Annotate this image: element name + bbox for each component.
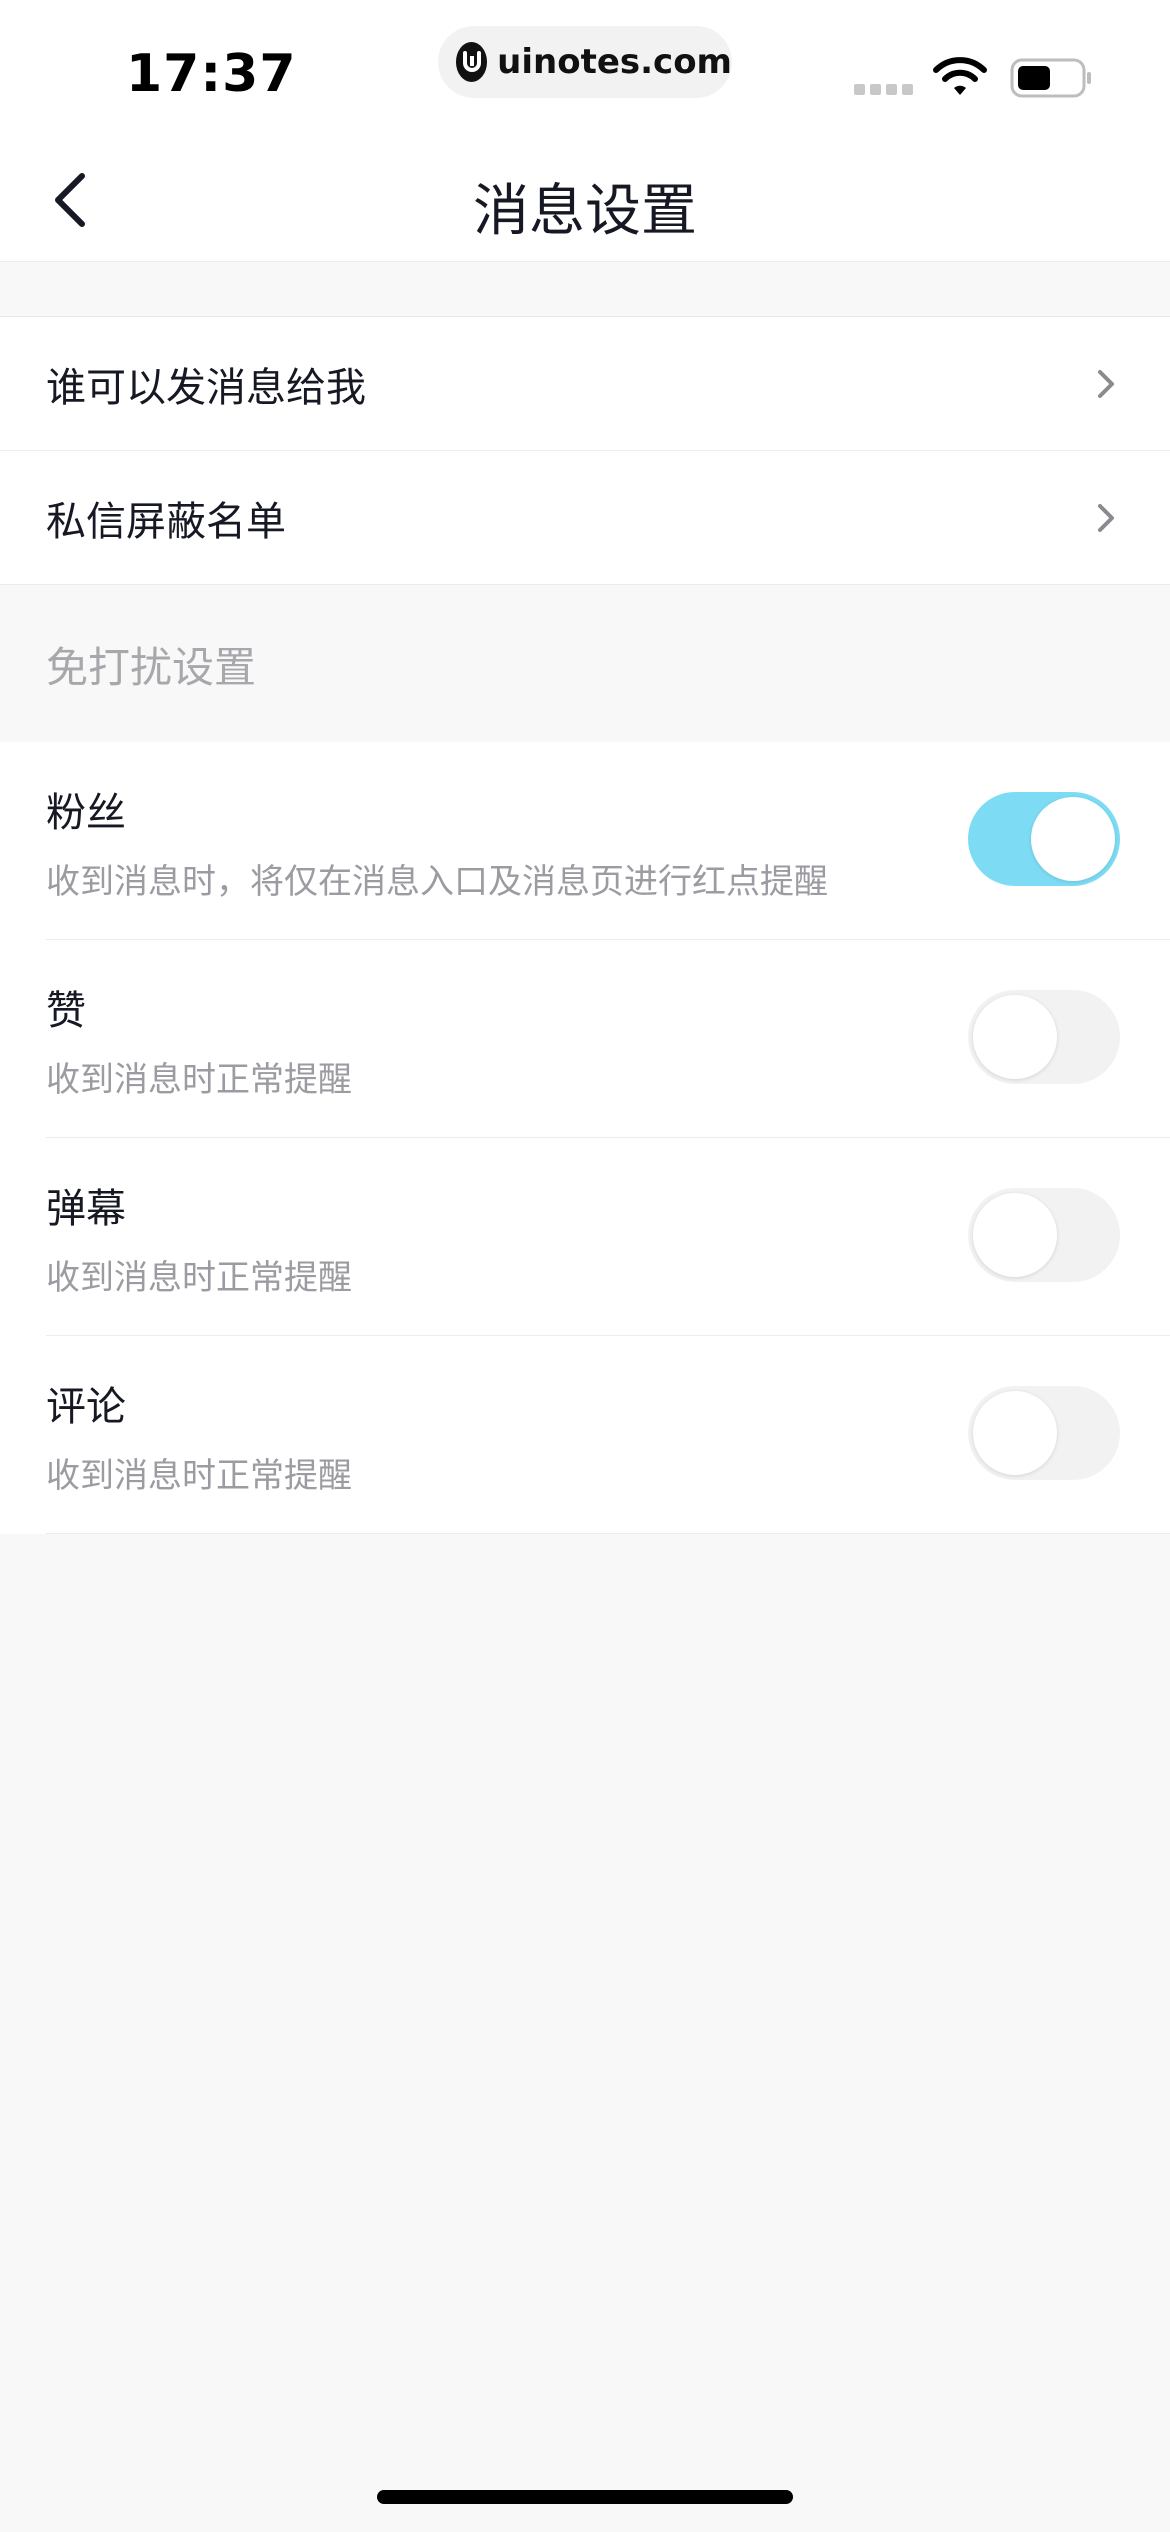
dnd-section-header: 免打扰设置 <box>0 586 1170 742</box>
toggle-knob <box>1031 797 1115 881</box>
row-subtitle: 收到消息时，将仅在消息入口及消息页进行红点提醒 <box>46 862 828 902</box>
who-can-message-me-row[interactable]: 谁可以发消息给我 <box>0 317 1170 451</box>
row-title: 弹幕 <box>46 1186 126 1232</box>
page-title: 消息设置 <box>473 179 697 244</box>
toggle-switch-fans[interactable] <box>968 792 1120 886</box>
section-title: 免打扰设置 <box>46 643 257 692</box>
row-title: 粉丝 <box>46 790 126 836</box>
toggle-switch-comments[interactable] <box>968 1386 1120 1480</box>
row-subtitle: 收到消息时正常提醒 <box>46 1456 352 1496</box>
battery-icon <box>1010 58 1091 98</box>
signal-icon <box>854 84 913 95</box>
dm-block-list-row[interactable]: 私信屏蔽名单 <box>0 451 1170 585</box>
row-subtitle: 收到消息时正常提醒 <box>46 1060 352 1100</box>
toggle-switch-danmaku[interactable] <box>968 1188 1120 1282</box>
dnd-row-fans: 粉丝 收到消息时，将仅在消息入口及消息页进行红点提醒 <box>46 742 1170 940</box>
row-subtitle: 收到消息时正常提醒 <box>46 1258 352 1298</box>
toggle-knob <box>973 1193 1057 1277</box>
toggle-knob <box>973 995 1057 1079</box>
row-title: 赞 <box>46 988 86 1034</box>
chevron-right-icon <box>1098 369 1114 398</box>
status-time: 17:37 <box>126 44 297 104</box>
settings-nav-group: 谁可以发消息给我 私信屏蔽名单 <box>0 316 1170 585</box>
nav-row-label: 私信屏蔽名单 <box>46 498 286 545</box>
row-title: 评论 <box>46 1384 126 1430</box>
dnd-row-danmaku: 弹幕 收到消息时正常提醒 <box>46 1138 1170 1336</box>
home-indicator[interactable] <box>377 2490 793 2504</box>
status-bar: 17:37 uinotes.com <box>0 0 1170 130</box>
dnd-row-comments: 评论 收到消息时正常提醒 <box>46 1336 1170 1534</box>
screen: 17:37 uinotes.com 消息设置 谁可以发消息给我 私信屏蔽名单 免… <box>0 0 1170 2532</box>
site-logo-icon <box>456 42 488 82</box>
url-text: uinotes.com <box>497 42 732 82</box>
wifi-icon <box>933 57 987 95</box>
nav-row-label: 谁可以发消息给我 <box>46 364 366 411</box>
url-pill[interactable]: uinotes.com <box>438 26 732 98</box>
chevron-right-icon <box>1098 503 1114 532</box>
dnd-settings-group: 粉丝 收到消息时，将仅在消息入口及消息页进行红点提醒 赞 收到消息时正常提醒 弹… <box>0 742 1170 1534</box>
toggle-switch-likes[interactable] <box>968 990 1120 1084</box>
nav-bar: 消息设置 <box>0 130 1170 262</box>
toggle-knob <box>973 1391 1057 1475</box>
dnd-row-likes: 赞 收到消息时正常提醒 <box>46 940 1170 1138</box>
